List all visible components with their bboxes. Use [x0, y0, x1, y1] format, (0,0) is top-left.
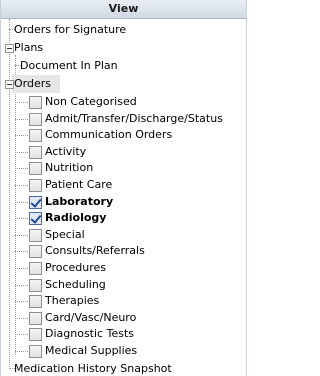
view-header: View: [1, 0, 246, 19]
order-category-label: Communication Orders: [45, 128, 173, 142]
order-category-label: Laboratory: [45, 194, 114, 208]
order-category-item[interactable]: Admit/Transfer/Discharge/Status: [1, 110, 246, 128]
order-category-item[interactable]: Scheduling: [1, 276, 246, 294]
view-panel: View Orders for Signature Plans Document…: [0, 0, 247, 376]
tree-branch-line: [15, 284, 28, 286]
order-category-label: Patient Care: [45, 178, 113, 191]
tree-branch-line: [15, 185, 28, 186]
order-category-checkbox[interactable]: [29, 212, 42, 226]
order-category-label: Special: [45, 227, 85, 241]
order-category-checkbox[interactable]: [29, 129, 42, 143]
tree-branch-line: [15, 268, 28, 269]
order-category-item[interactable]: Procedures: [1, 259, 246, 277]
tree-item-orders[interactable]: Orders: [12, 75, 60, 93]
tree-branch-line: [15, 201, 28, 203]
tree-branch-line: [15, 317, 28, 319]
order-category-label: Card/Vasc/Neuro: [45, 310, 137, 324]
order-category-label: Consults/Referrals: [45, 244, 145, 258]
order-category-item[interactable]: Patient Care: [1, 176, 246, 194]
order-category-item[interactable]: Therapies: [1, 292, 246, 310]
order-category-label: Therapies: [45, 294, 100, 308]
order-category-item[interactable]: Diagnostic Tests: [1, 325, 246, 343]
order-category-label: Radiology: [45, 211, 107, 225]
order-category-checkbox[interactable]: [29, 145, 42, 159]
order-category-checkbox[interactable]: [29, 96, 42, 109]
tree-branch-line: [15, 251, 28, 253]
order-category-item[interactable]: Activity: [1, 143, 246, 161]
order-category-checkbox[interactable]: [29, 228, 42, 242]
tree-branch-line: [15, 102, 28, 103]
tree-branch-line: [15, 334, 28, 336]
tree-item-plans[interactable]: Plans: [1, 39, 246, 57]
order-category-label: Diagnostic Tests: [45, 327, 134, 341]
order-category-item[interactable]: Laboratory: [1, 193, 246, 211]
order-category-item[interactable]: Communication Orders: [1, 126, 246, 144]
order-category-label: Activity: [45, 144, 87, 158]
tree-branch-line: [15, 168, 28, 170]
tree-branch-line: [15, 135, 28, 137]
order-category-checkbox[interactable]: [29, 262, 42, 275]
order-category-checkbox[interactable]: [29, 245, 42, 259]
order-category-item[interactable]: Radiology: [1, 209, 246, 227]
order-category-checkbox[interactable]: [29, 195, 42, 209]
tree-branch-line: [15, 301, 28, 303]
tree-branch-line: [15, 218, 28, 220]
order-category-checkbox[interactable]: [29, 328, 42, 342]
order-category-label: Scheduling: [45, 277, 106, 291]
tree-item-label: Document In Plan: [20, 59, 118, 72]
order-category-label: Medical Supplies: [45, 344, 138, 357]
tree-item-document-in-plan[interactable]: Document In Plan: [1, 57, 246, 75]
order-category-checkbox[interactable]: [29, 311, 42, 325]
tree-item-label: Plans: [14, 41, 44, 54]
order-category-item[interactable]: Special: [1, 226, 246, 244]
order-category-item[interactable]: Non Categorised: [1, 93, 246, 111]
order-category-label: Procedures: [45, 261, 106, 274]
order-category-label: Nutrition: [45, 161, 94, 175]
order-category-checkbox[interactable]: [29, 162, 42, 176]
order-category-checkbox[interactable]: [29, 179, 42, 192]
tree-item-label: Medication History Snapshot: [14, 362, 172, 375]
order-category-item[interactable]: Consults/Referrals: [1, 242, 246, 260]
order-category-checkbox[interactable]: [29, 295, 42, 309]
tree-branch-line: [15, 351, 28, 352]
order-category-checkbox[interactable]: [29, 345, 42, 358]
tree-item-label: Orders for Signature: [14, 23, 127, 36]
tree-item-medication-history-snapshot[interactable]: Medication History Snapshot: [1, 360, 246, 376]
order-category-checkbox[interactable]: [29, 112, 42, 126]
order-category-item[interactable]: Card/Vasc/Neuro: [1, 309, 246, 327]
collapse-icon[interactable]: [5, 80, 14, 89]
order-category-label: Non Categorised: [45, 95, 137, 108]
order-category-item[interactable]: Medical Supplies: [1, 342, 246, 360]
tree-branch-line: [15, 151, 28, 153]
tree-item-orders-for-signature[interactable]: Orders for Signature: [1, 21, 246, 39]
order-category-checkbox[interactable]: [29, 278, 42, 292]
order-category-item[interactable]: Nutrition: [1, 159, 246, 177]
tree-branch-line: [15, 118, 28, 120]
order-category-label: Admit/Transfer/Discharge/Status: [45, 111, 223, 125]
collapse-icon[interactable]: [5, 44, 14, 53]
tree-branch-line: [15, 234, 28, 236]
tree-item-label: Orders: [14, 77, 51, 90]
